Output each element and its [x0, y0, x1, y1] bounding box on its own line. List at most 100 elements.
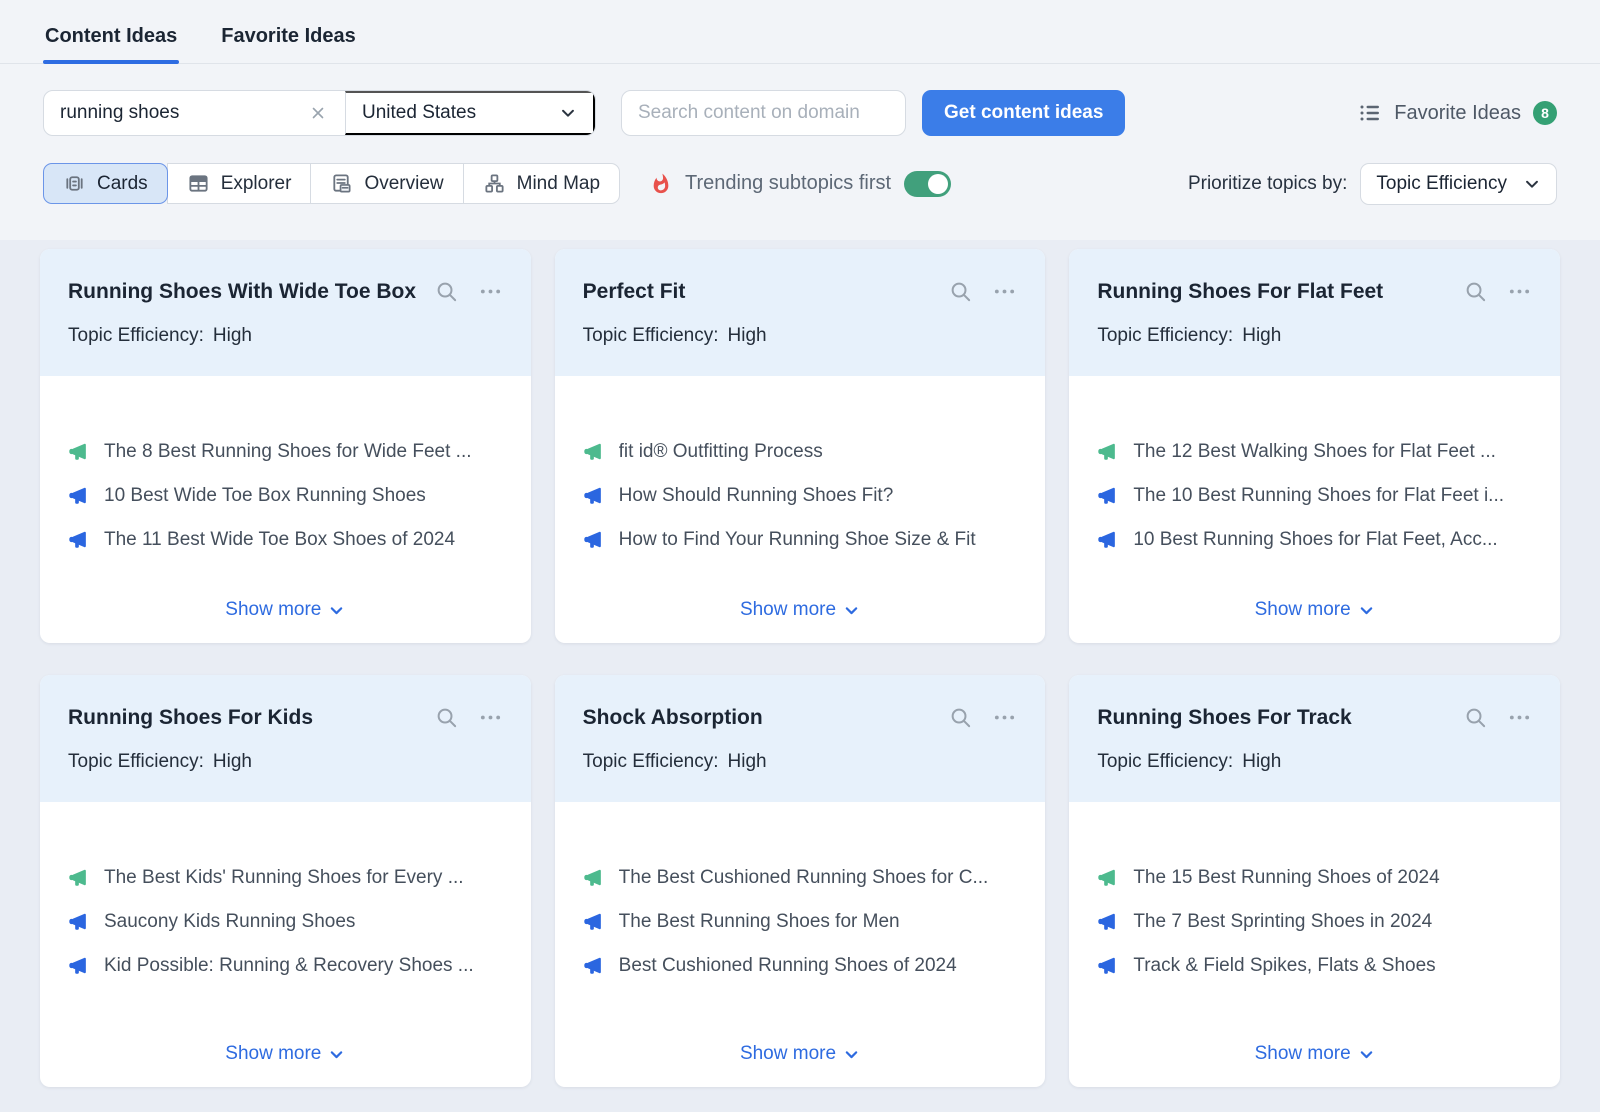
headline-item[interactable]: The Best Running Shoes for Men [583, 910, 1018, 934]
megaphone-icon [1097, 485, 1118, 506]
topic-efficiency-value: High [1242, 751, 1281, 772]
headline-item[interactable]: Best Cushioned Running Shoes of 2024 [583, 954, 1018, 978]
ellipsis-icon [992, 706, 1017, 729]
headline-item[interactable]: 10 Best Wide Toe Box Running Shoes [68, 484, 503, 508]
query-segment [44, 91, 345, 135]
topic-search-button[interactable] [949, 280, 972, 303]
topic-card: Perfect Fit [555, 249, 1046, 643]
tab-content-ideas[interactable]: Content Ideas [43, 25, 179, 63]
headline-item[interactable]: The Best Kids' Running Shoes for Every .… [68, 866, 503, 890]
headline-item[interactable]: The 7 Best Sprinting Shoes in 2024 [1097, 910, 1532, 934]
headline-text: fit id® Outfitting Process [619, 440, 823, 464]
favorite-ideas-link[interactable]: Favorite Ideas 8 [1358, 101, 1557, 125]
megaphone-icon [583, 911, 604, 932]
headline-item[interactable]: The 10 Best Running Shoes for Flat Feet … [1097, 484, 1532, 508]
headline-text: How Should Running Shoes Fit? [619, 484, 894, 508]
show-more-button[interactable]: Show more [1251, 593, 1379, 627]
topic-efficiency-value: High [213, 325, 252, 346]
view-explorer-button[interactable]: Explorer [167, 163, 312, 204]
show-more-button[interactable]: Show more [1251, 1037, 1379, 1071]
country-select[interactable]: United States [345, 91, 595, 135]
headline-text: The Best Kids' Running Shoes for Every .… [104, 866, 464, 890]
megaphone-icon [68, 485, 89, 506]
chevron-down-icon [1523, 175, 1541, 193]
headline-item[interactable]: The 15 Best Running Shoes of 2024 [1097, 866, 1532, 890]
topic-title: Shock Absorption [583, 701, 950, 734]
topic-more-button[interactable] [478, 280, 503, 303]
headline-item[interactable]: Track & Field Spikes, Flats & Shoes [1097, 954, 1532, 978]
favorites-count-badge: 8 [1533, 101, 1557, 125]
topic-search-button[interactable] [1464, 280, 1487, 303]
show-more-button[interactable]: Show more [736, 1037, 864, 1071]
domain-search-input[interactable] [621, 90, 906, 136]
headline-text: The 11 Best Wide Toe Box Shoes of 2024 [104, 528, 455, 552]
topic-efficiency-value: High [728, 325, 767, 346]
topic-efficiency: Topic Efficiency:High [583, 748, 1018, 776]
views-row: Cards Explorer Overview [43, 163, 1557, 204]
country-value: United States [362, 102, 476, 124]
ellipsis-icon [992, 280, 1017, 303]
headline-list: The Best Kids' Running Shoes for Every .… [68, 802, 503, 1037]
headline-item[interactable]: The Best Cushioned Running Shoes for C..… [583, 866, 1018, 890]
headline-item[interactable]: fit id® Outfitting Process [583, 440, 1018, 464]
topic-more-button[interactable] [1507, 280, 1532, 303]
topic-efficiency: Topic Efficiency:High [1097, 322, 1532, 350]
topic-efficiency-label: Topic Efficiency: [68, 325, 204, 346]
topic-search-button[interactable] [435, 280, 458, 303]
topic-card-header: Perfect Fit [555, 249, 1046, 376]
show-more-button[interactable]: Show more [221, 593, 349, 627]
flame-icon [650, 173, 672, 195]
get-content-ideas-button[interactable]: Get content ideas [922, 90, 1125, 136]
chevron-down-icon [328, 1046, 345, 1063]
search-icon [435, 280, 458, 303]
megaphone-icon [68, 911, 89, 932]
clear-query-button[interactable] [305, 100, 331, 126]
chevron-down-icon [843, 602, 860, 619]
topic-search-button[interactable] [1464, 706, 1487, 729]
headline-item[interactable]: 10 Best Running Shoes for Flat Feet, Acc… [1097, 528, 1532, 552]
topic-card-body: The 12 Best Walking Shoes for Flat Feet … [1069, 376, 1560, 643]
close-icon [309, 104, 327, 122]
megaphone-icon [1097, 911, 1118, 932]
topic-efficiency: Topic Efficiency:High [583, 322, 1018, 350]
topic-card: Running Shoes For Track [1069, 675, 1560, 1087]
headline-item[interactable]: The 8 Best Running Shoes for Wide Feet .… [68, 440, 503, 464]
topic-more-button[interactable] [1507, 706, 1532, 729]
chevron-down-icon [559, 104, 577, 122]
chevron-down-icon [1358, 602, 1375, 619]
megaphone-icon [583, 955, 604, 976]
top-bar: Content Ideas Favorite Ideas United Stat… [0, 0, 1600, 240]
chevron-down-icon [1358, 1046, 1375, 1063]
megaphone-trending-icon [583, 441, 604, 462]
headline-item[interactable]: Kid Possible: Running & Recovery Shoes .… [68, 954, 503, 978]
headline-item[interactable]: Saucony Kids Running Shoes [68, 910, 503, 934]
show-more-button[interactable]: Show more [221, 1037, 349, 1071]
headline-item[interactable]: The 11 Best Wide Toe Box Shoes of 2024 [68, 528, 503, 552]
headline-text: 10 Best Wide Toe Box Running Shoes [104, 484, 426, 508]
headline-item[interactable]: How to Find Your Running Shoe Size & Fit [583, 528, 1018, 552]
view-explorer-label: Explorer [221, 173, 292, 195]
tab-favorite-ideas[interactable]: Favorite Ideas [219, 25, 358, 63]
topic-search-button[interactable] [435, 706, 458, 729]
headline-text: The 15 Best Running Shoes of 2024 [1133, 866, 1439, 890]
trending-group: Trending subtopics first [650, 171, 951, 197]
trending-toggle[interactable] [904, 171, 951, 197]
view-mindmap-button[interactable]: Mind Map [463, 163, 620, 204]
megaphone-trending-icon [1097, 867, 1118, 888]
megaphone-icon [583, 485, 604, 506]
topic-card-body: fit id® Outfitting Process How Should Run… [555, 376, 1046, 643]
topic-more-button[interactable] [992, 706, 1017, 729]
topic-more-button[interactable] [478, 706, 503, 729]
show-more-button[interactable]: Show more [736, 593, 864, 627]
headline-item[interactable]: How Should Running Shoes Fit? [583, 484, 1018, 508]
topic-more-button[interactable] [992, 280, 1017, 303]
chevron-down-icon [328, 602, 345, 619]
topic-query-input[interactable] [60, 102, 305, 124]
cards-icon [63, 172, 86, 195]
headline-item[interactable]: The 12 Best Walking Shoes for Flat Feet … [1097, 440, 1532, 464]
topic-search-button[interactable] [949, 706, 972, 729]
topic-card-header: Running Shoes For Flat Feet [1069, 249, 1560, 376]
view-cards-button[interactable]: Cards [43, 163, 168, 204]
view-overview-button[interactable]: Overview [310, 163, 463, 204]
prioritize-select[interactable]: Topic Efficiency [1360, 163, 1557, 205]
